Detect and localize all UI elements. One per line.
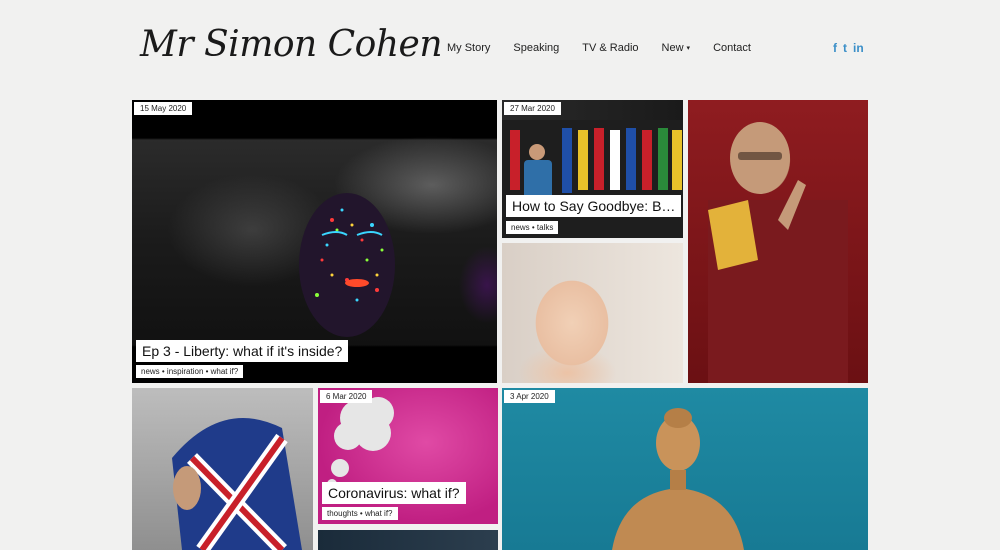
- post-tile-stage[interactable]: 27 Mar 2020 How to Say Goodbye: B… news …: [502, 100, 683, 238]
- post-tile-partial[interactable]: [318, 530, 498, 550]
- twitter-icon[interactable]: t: [843, 41, 847, 55]
- post-date: 3 Apr 2020: [504, 390, 555, 403]
- facebook-icon[interactable]: f: [833, 41, 837, 55]
- nav-speaking[interactable]: Speaking: [513, 42, 559, 54]
- nav-tv-radio[interactable]: TV & Radio: [582, 42, 638, 54]
- post-date: 6 Mar 2020: [320, 390, 373, 403]
- post-title[interactable]: Coronavirus: what if?: [322, 482, 466, 504]
- post-title[interactable]: How to Say Goodbye: B…: [506, 195, 682, 217]
- post-tile-baby[interactable]: [502, 243, 683, 383]
- post-tags[interactable]: news • inspiration • what if?: [136, 365, 244, 378]
- post-tags[interactable]: thoughts • what if?: [322, 507, 398, 520]
- nav-contact[interactable]: Contact: [713, 42, 751, 54]
- monk-image: [708, 122, 848, 383]
- nav-my-story[interactable]: My Story: [447, 42, 490, 54]
- main-nav: My Story Speaking TV & Radio New ▾ Conta…: [447, 42, 774, 54]
- nav-new[interactable]: New ▾: [662, 42, 691, 54]
- nav-new-label: New: [661, 42, 684, 54]
- post-date: 15 May 2020: [134, 102, 193, 115]
- site-logo[interactable]: Mr Simon Cohen: [140, 24, 443, 65]
- post-tile-buddha[interactable]: 3 Apr 2020: [502, 388, 868, 550]
- linkedin-icon[interactable]: in: [853, 41, 864, 55]
- post-tile-feature[interactable]: 15 May 2020 Ep 3 - Liberty: what if it's…: [132, 100, 497, 383]
- chevron-down-icon: ▾: [686, 45, 691, 52]
- post-tile-coronavirus[interactable]: 6 Mar 2020 Coronavirus: what if? thought…: [318, 388, 498, 524]
- post-tile-flag[interactable]: [132, 388, 313, 550]
- flag-image: [172, 418, 302, 550]
- stage-image: [502, 120, 683, 238]
- post-tile-monk[interactable]: [688, 100, 868, 383]
- post-title[interactable]: Ep 3 - Liberty: what if it's inside?: [136, 340, 349, 362]
- buddha-image: [612, 408, 744, 550]
- post-date: 27 Mar 2020: [504, 102, 561, 115]
- post-tags[interactable]: news • talks: [506, 221, 559, 234]
- social-links: f t in: [833, 41, 864, 55]
